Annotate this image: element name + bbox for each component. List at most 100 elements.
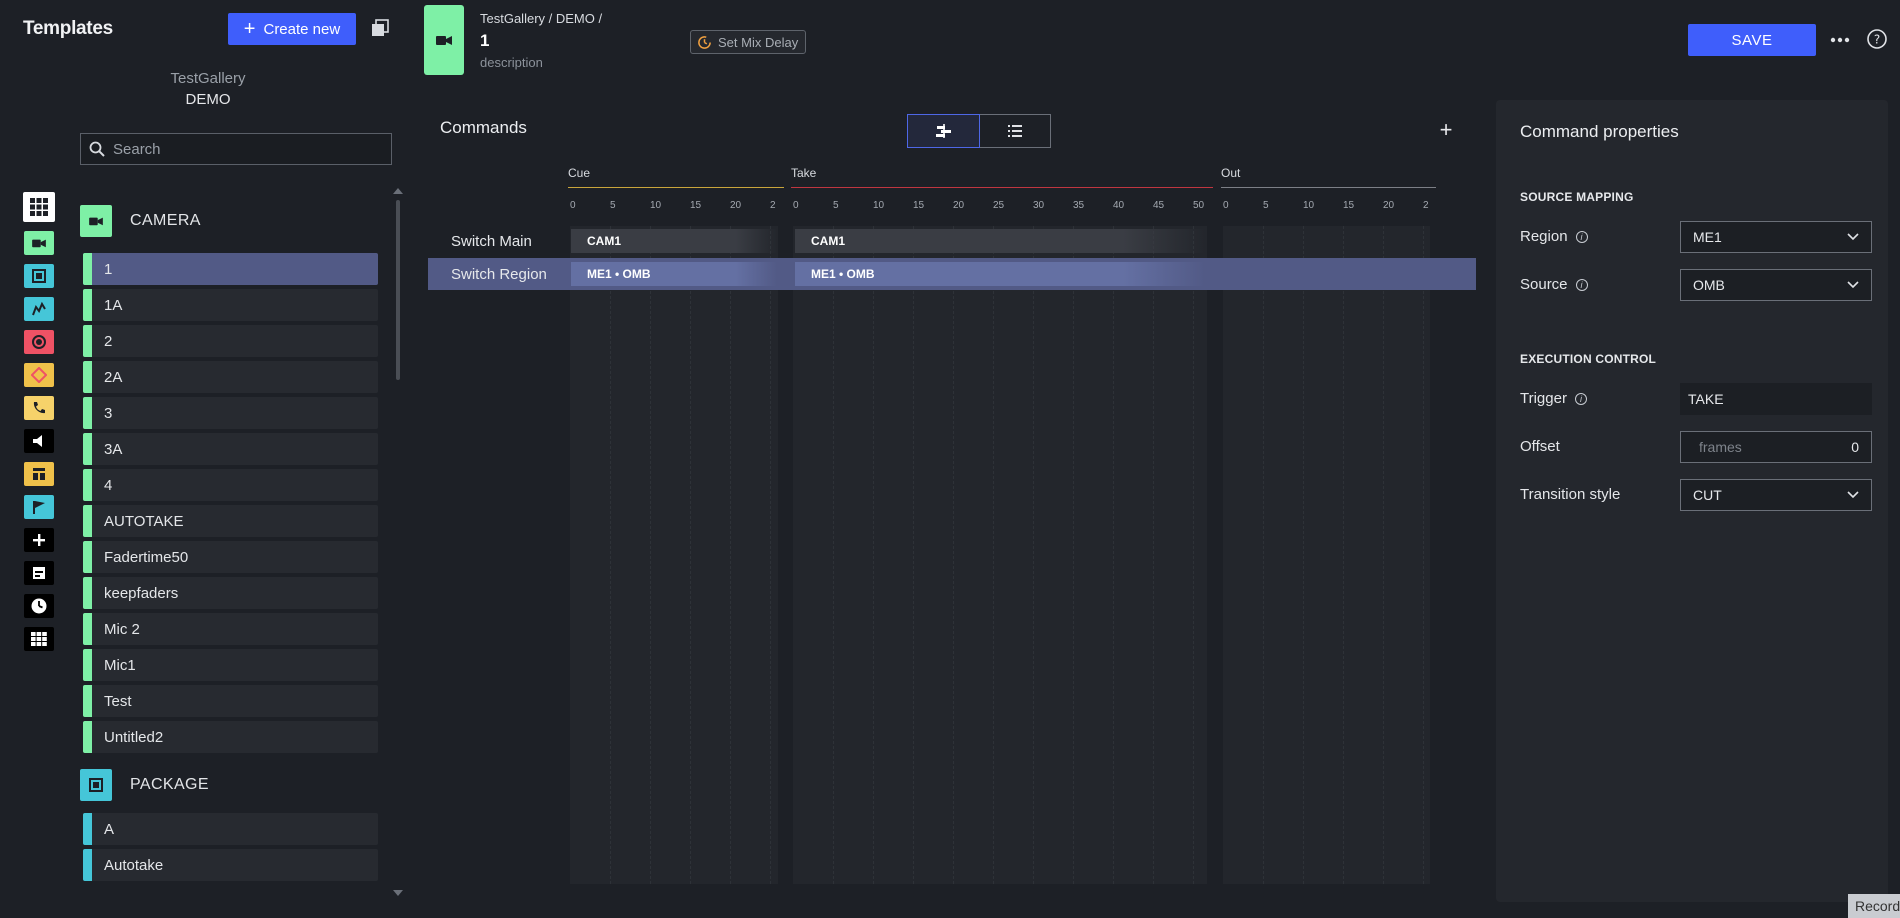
- scroll-thumb[interactable]: [396, 200, 400, 380]
- group-header-camera[interactable]: CAMERA: [80, 195, 380, 247]
- list-item[interactable]: 3: [83, 397, 378, 429]
- tick-label: 15: [1343, 200, 1355, 211]
- info-icon[interactable]: i: [1575, 230, 1588, 243]
- source-select[interactable]: OMB: [1680, 269, 1872, 301]
- graphics-icon[interactable]: [24, 561, 54, 585]
- phase-label-take: Take: [791, 166, 817, 180]
- list-item[interactable]: AUTOTAKE: [83, 505, 378, 537]
- region-select[interactable]: ME1: [1680, 221, 1872, 253]
- template-name[interactable]: 1: [480, 31, 489, 51]
- info-icon[interactable]: i: [1575, 278, 1588, 291]
- search-icon: [89, 141, 105, 157]
- gallery-name: TestGallery: [170, 70, 246, 87]
- list-item-label: AUTOTAKE: [104, 512, 184, 530]
- phase-line: [568, 187, 784, 188]
- list-view-button[interactable]: [979, 115, 1050, 147]
- tick-label: 15: [913, 200, 925, 211]
- template-list-scrollbar[interactable]: [393, 188, 403, 900]
- scroll-down-arrow[interactable]: [393, 890, 403, 896]
- template-list: CAMERA 1 1A 2 2A 3 3A 4 AUTOTAKE Fadertime50 keepf…: [80, 195, 380, 900]
- create-new-button[interactable]: + Create new: [228, 13, 356, 45]
- item-color-stripe: [83, 541, 92, 573]
- layout-icon[interactable]: [24, 462, 54, 486]
- speaker-icon[interactable]: [24, 429, 54, 453]
- search-input[interactable]: [113, 140, 383, 158]
- flag-icon[interactable]: [24, 495, 54, 519]
- item-color-stripe: [83, 397, 92, 429]
- take-command-bar[interactable]: ME1 • OMB: [795, 262, 1205, 286]
- source-label-text: Source: [1520, 276, 1568, 293]
- phase-column: [570, 226, 778, 884]
- list-item-label: Mic1: [104, 656, 136, 674]
- offset-label: Offset: [1520, 438, 1560, 455]
- record-icon[interactable]: [24, 330, 54, 354]
- execution-control-title: EXECUTION CONTROL: [1520, 352, 1657, 366]
- grid-icon[interactable]: [24, 627, 54, 651]
- plus-icon[interactable]: [24, 528, 54, 552]
- timeline-view-button[interactable]: [907, 114, 980, 148]
- clock-icon[interactable]: [24, 594, 54, 618]
- take-command-bar[interactable]: CAM1: [795, 229, 1205, 253]
- cue-command-bar[interactable]: ME1 • OMB: [571, 262, 777, 286]
- duplicate-icon[interactable]: [370, 18, 390, 38]
- list-item[interactable]: 1: [83, 253, 378, 285]
- create-new-label: Create new: [263, 20, 341, 38]
- list-item[interactable]: Mic1: [83, 649, 378, 681]
- tick-label: 20: [1383, 200, 1395, 211]
- item-color-stripe: [83, 721, 92, 753]
- effects-icon[interactable]: [24, 363, 54, 387]
- transition-style-value: CUT: [1693, 487, 1722, 503]
- help-icon[interactable]: ?: [1866, 28, 1888, 50]
- gallery-subname: DEMO: [185, 91, 231, 108]
- command-row[interactable]: Switch Main CAM1 CAM1: [428, 225, 1476, 257]
- list-item[interactable]: 2: [83, 325, 378, 357]
- save-button[interactable]: SAVE: [1688, 24, 1816, 56]
- record-button[interactable]: Record: [1848, 894, 1900, 918]
- tick-label: 40: [1113, 200, 1125, 211]
- audio-mixer-icon[interactable]: [24, 297, 54, 321]
- cue-command-bar[interactable]: CAM1: [571, 229, 777, 253]
- template-description[interactable]: description: [480, 55, 543, 70]
- list-item[interactable]: 4: [83, 469, 378, 501]
- phase-column: [793, 226, 1207, 884]
- list-item[interactable]: 2A: [83, 361, 378, 393]
- list-item[interactable]: Autotake: [83, 849, 378, 881]
- list-item[interactable]: A: [83, 813, 378, 845]
- offset-input[interactable]: frames 0: [1680, 431, 1872, 463]
- camera-icon[interactable]: [24, 231, 54, 255]
- search-box[interactable]: [80, 133, 392, 165]
- tick-label: 5: [833, 200, 839, 211]
- item-color-stripe: [83, 361, 92, 393]
- breadcrumb[interactable]: TestGallery / DEMO /: [480, 11, 602, 26]
- phase-line: [1221, 187, 1436, 188]
- list-item[interactable]: keepfaders: [83, 577, 378, 609]
- scroll-up-arrow[interactable]: [393, 188, 403, 194]
- more-options-icon[interactable]: [1828, 30, 1852, 50]
- phone-icon[interactable]: [24, 396, 54, 420]
- package-icon[interactable]: [24, 264, 54, 288]
- set-mix-delay-button[interactable]: Set Mix Delay: [690, 30, 806, 54]
- list-item[interactable]: Untitled2: [83, 721, 378, 753]
- list-item-label: Mic 2: [104, 620, 140, 638]
- list-item-label: 2A: [104, 368, 123, 386]
- list-item[interactable]: 3A: [83, 433, 378, 465]
- list-item[interactable]: 1A: [83, 289, 378, 321]
- group-header-package[interactable]: PACKAGE: [80, 759, 380, 811]
- command-row[interactable]: Switch Region ME1 • OMB ME1 • OMB: [428, 258, 1476, 290]
- source-value: OMB: [1693, 277, 1725, 293]
- list-item-label: Autotake: [104, 856, 164, 874]
- timeline-view-icon: [935, 124, 951, 138]
- item-color-stripe: [83, 325, 92, 357]
- info-icon[interactable]: i: [1574, 392, 1587, 405]
- transition-style-select[interactable]: CUT: [1680, 479, 1872, 511]
- phase-label-out: Out: [1221, 166, 1241, 180]
- phase-ticks: 0 5 10 15 20 2: [568, 200, 776, 214]
- add-command-button[interactable]: +: [1436, 118, 1456, 142]
- item-color-stripe: [83, 289, 92, 321]
- list-item[interactable]: Fadertime50: [83, 541, 378, 573]
- list-item[interactable]: Test: [83, 685, 378, 717]
- list-item[interactable]: Mic 2: [83, 613, 378, 645]
- all-templates-icon[interactable]: [23, 192, 55, 222]
- transition-style-label: Transition style: [1520, 486, 1620, 503]
- list-item-label: A: [104, 820, 115, 838]
